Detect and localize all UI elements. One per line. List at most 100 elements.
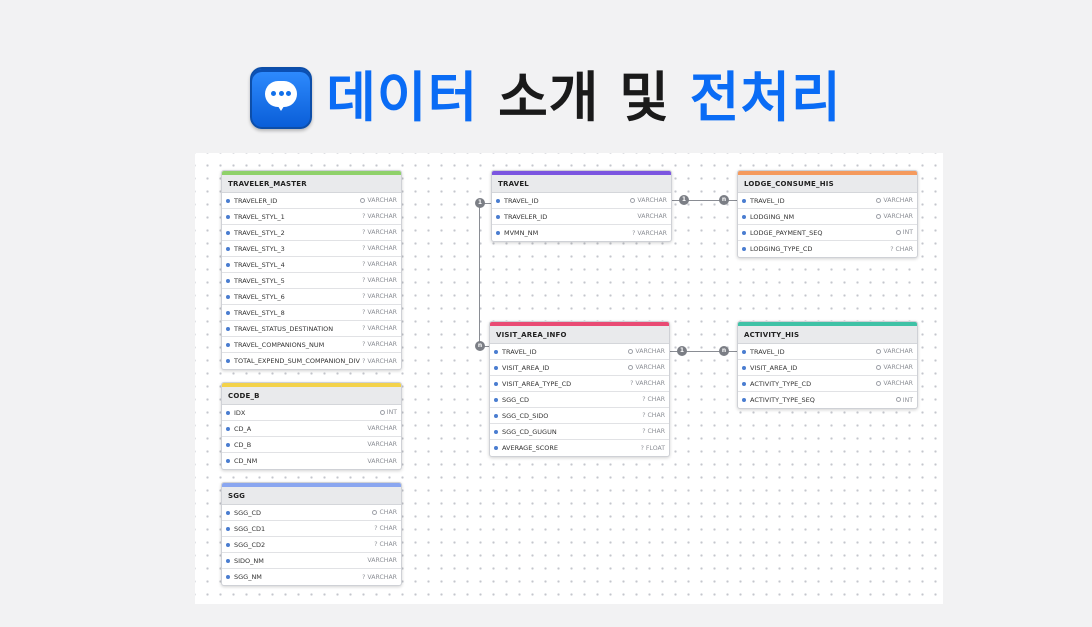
column-row[interactable]: LODGING_TYPE_CD ? CHAR: [738, 241, 917, 257]
column-type-label: INT: [902, 229, 913, 236]
cardinality-badge-many: n: [719, 195, 729, 205]
column-row[interactable]: VISIT_AREA_ID VARCHAR: [490, 360, 669, 376]
column-row[interactable]: TRAVEL_STYL_6 ? VARCHAR: [222, 289, 401, 305]
table-travel[interactable]: TRAVEL TRAVEL_ID VARCHAR TRAVELER_ID VARCHA…: [491, 170, 672, 242]
column-type-label: VARCHAR: [883, 197, 913, 204]
column-row[interactable]: SGG_CD CHAR: [222, 505, 401, 521]
column-row[interactable]: MVMN_NM ? VARCHAR: [492, 225, 671, 241]
column-row[interactable]: TRAVEL_STYL_1 ? VARCHAR: [222, 209, 401, 225]
column-row[interactable]: SIDO_NM VARCHAR: [222, 553, 401, 569]
column-row[interactable]: TRAVEL_ID VARCHAR: [490, 344, 669, 360]
column-dot-icon: [742, 381, 746, 386]
table-sgg[interactable]: SGG SGG_CD CHAR SGG_CD1 ? CHAR SGG_CD2 ? CHAR…: [221, 482, 402, 586]
column-dot-icon: [226, 294, 230, 299]
cardinality-badge-one: 1: [677, 346, 687, 356]
table-lodge-consume-his[interactable]: LODGE_CONSUME_HIS TRAVEL_ID VARCHAR LODGIN…: [737, 170, 918, 258]
column-row[interactable]: ACTIVITY_TYPE_SEQ INT: [738, 392, 917, 408]
column-name: TRAVEL_STYL_4: [234, 260, 285, 269]
column-type-label: VARCHAR: [367, 357, 397, 365]
table-columns: IDX INT CD_A VARCHAR CD_B VARCHAR CD_NM VARCHAR: [222, 405, 401, 469]
column-type-label: VARCHAR: [367, 293, 397, 300]
column-dot-icon: [494, 397, 498, 402]
column-row[interactable]: VISIT_AREA_TYPE_CD ? VARCHAR: [490, 376, 669, 392]
column-row[interactable]: TRAVELER_ID VARCHAR: [222, 193, 401, 209]
column-dot-icon: [496, 214, 500, 219]
column-type-label: VARCHAR: [883, 380, 913, 387]
column-row[interactable]: TRAVEL_STYL_2 ? VARCHAR: [222, 225, 401, 241]
column-type-label: VARCHAR: [367, 457, 397, 465]
column-type: ? VARCHAR: [362, 261, 397, 268]
column-type: VARCHAR: [367, 441, 397, 448]
column-type-label: VARCHAR: [367, 277, 397, 284]
column-row[interactable]: TRAVEL_STYL_5 ? VARCHAR: [222, 273, 401, 289]
column-type-label: VARCHAR: [367, 245, 397, 252]
column-row[interactable]: TOTAL_EXPEND_SUM_COMPANION_DIV? VARCHAR: [222, 353, 401, 369]
column-dot-icon: [226, 558, 230, 563]
column-row[interactable]: TRAVEL_STATUS_DESTINATION ? VARCHAR: [222, 321, 401, 337]
column-type-label: VARCHAR: [883, 213, 913, 220]
column-row[interactable]: LODGE_PAYMENT_SEQ INT: [738, 225, 917, 241]
column-row[interactable]: TRAVEL_ID VARCHAR: [738, 344, 917, 360]
cardinality-badge-many: n: [475, 341, 485, 351]
column-type: VARCHAR: [367, 425, 397, 432]
table-activity-his[interactable]: ACTIVITY_HIS TRAVEL_ID VARCHAR VISIT_AREA_…: [737, 321, 918, 409]
column-name: TRAVEL_STATUS_DESTINATION: [234, 324, 334, 333]
column-dot-icon: [226, 230, 230, 235]
column-name: TRAVEL_COMPANIONS_NUM: [234, 340, 325, 349]
column-name: TRAVEL_STYL_3: [234, 244, 285, 253]
column-row[interactable]: CD_B VARCHAR: [222, 437, 401, 453]
column-name: TRAVEL_STYL_5: [234, 276, 285, 285]
column-row[interactable]: SGG_CD ? CHAR: [490, 392, 669, 408]
column-row[interactable]: SGG_CD1 ? CHAR: [222, 521, 401, 537]
column-name: CD_NM: [234, 457, 258, 465]
table-code-b[interactable]: CODE_B IDX INT CD_A VARCHAR CD_B VARCHAR CD_NM…: [221, 382, 402, 470]
column-row[interactable]: VISIT_AREA_ID VARCHAR: [738, 360, 917, 376]
column-row[interactable]: ACTIVITY_TYPE_CD VARCHAR: [738, 376, 917, 392]
column-row[interactable]: CD_A VARCHAR: [222, 421, 401, 437]
column-name: TRAVEL_STYL_2: [234, 228, 285, 237]
column-type-label: VARCHAR: [635, 380, 665, 387]
column-row[interactable]: IDX INT: [222, 405, 401, 421]
column-row[interactable]: TRAVEL_ID VARCHAR: [492, 193, 671, 209]
column-dot-icon: [226, 442, 230, 447]
column-dot-icon: [742, 247, 746, 251]
column-dot-icon: [742, 398, 746, 402]
column-row[interactable]: TRAVEL_COMPANIONS_NUM ? VARCHAR: [222, 337, 401, 353]
column-name: SGG_CD_GUGUN: [502, 427, 557, 436]
table-traveler-master[interactable]: TRAVELER_MASTER TRAVELER_ID VARCHAR TRAVEL…: [221, 170, 402, 370]
column-type: ? VARCHAR: [362, 245, 397, 252]
column-type: INT: [379, 409, 397, 416]
column-row[interactable]: TRAVEL_STYL_4 ? VARCHAR: [222, 257, 401, 273]
column-name: TRAVELER_ID: [234, 196, 278, 205]
title-text: 데이터 소개 및 전처리: [326, 62, 842, 134]
column-row[interactable]: SGG_CD_SIDO ? CHAR: [490, 408, 669, 424]
column-row[interactable]: LODGING_NM VARCHAR: [738, 209, 917, 225]
column-type: VARCHAR: [876, 348, 913, 355]
table-name: VISIT_AREA_INFO: [490, 326, 669, 344]
erd-canvas[interactable]: TRAVELER_MASTER TRAVELER_ID VARCHAR TRAVEL…: [195, 153, 943, 604]
table-name: TRAVELER_MASTER: [222, 175, 401, 193]
table-columns: TRAVELER_ID VARCHAR TRAVEL_STYL_1 ? VARCHAR…: [222, 193, 401, 369]
chat-bubble-icon: [250, 67, 313, 129]
key-icon: [630, 197, 636, 203]
column-row[interactable]: TRAVEL_ID VARCHAR: [738, 193, 917, 209]
column-row[interactable]: SGG_CD_GUGUN ? CHAR: [490, 424, 669, 440]
column-dot-icon: [226, 262, 230, 267]
column-row[interactable]: SGG_NM ? VARCHAR: [222, 569, 401, 585]
column-row[interactable]: TRAVEL_STYL_8 ? VARCHAR: [222, 305, 401, 321]
title-part-1: 데이터: [326, 66, 479, 129]
cardinality-badge-one: 1: [679, 195, 689, 205]
column-row[interactable]: AVERAGE_SCORE ? FLOAT: [490, 440, 669, 456]
column-dot-icon: [494, 349, 498, 354]
column-row[interactable]: TRAVEL_STYL_3 ? VARCHAR: [222, 241, 401, 257]
column-dot-icon: [226, 278, 230, 283]
column-type-label: VARCHAR: [367, 261, 397, 268]
column-row[interactable]: TRAVELER_ID VARCHAR: [492, 209, 671, 225]
table-name: ACTIVITY_HIS: [738, 326, 917, 344]
column-row[interactable]: CD_NM VARCHAR: [222, 453, 401, 469]
column-type: ? FLOAT: [641, 445, 665, 452]
column-type-label: VARCHAR: [367, 229, 397, 236]
column-row[interactable]: SGG_CD2 ? CHAR: [222, 537, 401, 553]
column-dot-icon: [742, 365, 746, 370]
table-visit-area-info[interactable]: VISIT_AREA_INFO TRAVEL_ID VARCHAR VISIT_AR…: [489, 321, 670, 457]
